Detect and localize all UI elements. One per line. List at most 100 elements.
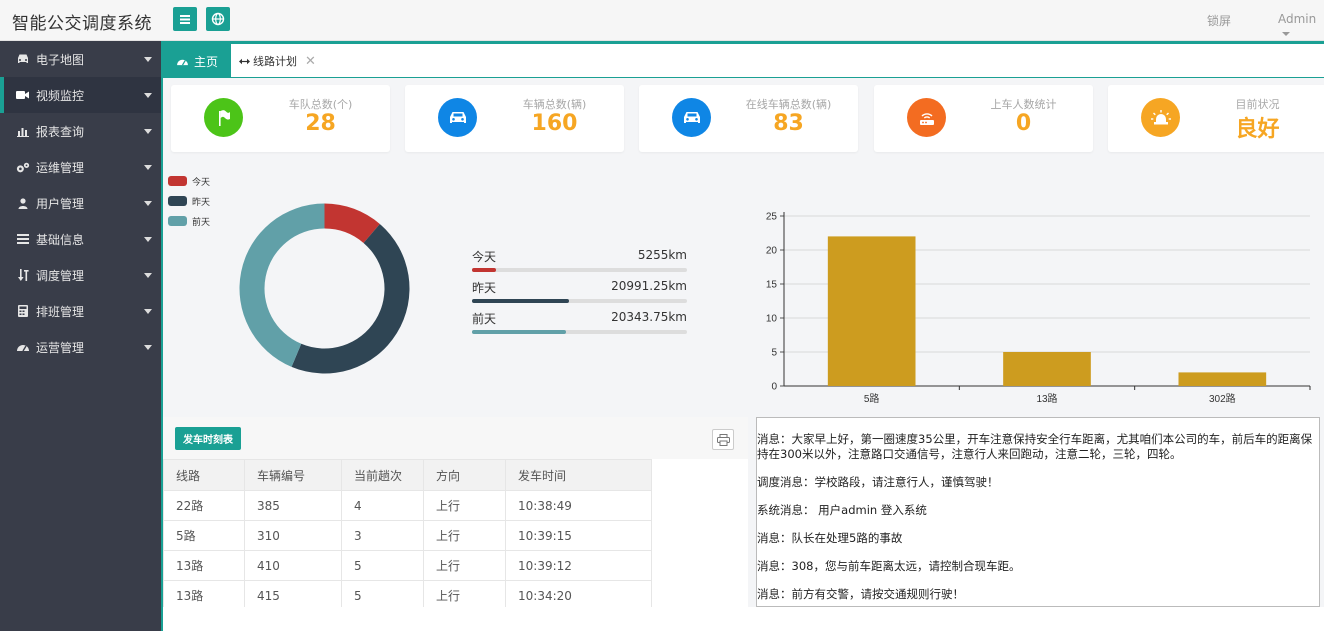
message-panel[interactable]: 消息：大家早上好，第一圈速度35公里，开车注意保持安全行车距离，尤其咱们本公司的…	[756, 417, 1320, 607]
lock-screen-link[interactable]: 锁屏	[1207, 12, 1231, 29]
globe-button[interactable]	[206, 7, 230, 31]
table-cell: 上行	[423, 580, 506, 611]
distance-value: 20343.75km	[611, 310, 687, 324]
sidebar-item-reports[interactable]: 报表查询	[0, 113, 161, 149]
bar[interactable]	[827, 236, 916, 386]
menu-toggle-button[interactable]	[173, 7, 197, 31]
message-item: 消息：前方有交警，请按交通规则行驶！	[757, 587, 964, 601]
table-cell: 310	[244, 520, 342, 551]
donut-slice[interactable]	[239, 203, 325, 367]
sidebar-item-label: 用户管理	[36, 196, 85, 211]
sidebar-item-dispatch[interactable]: 调度管理	[0, 257, 161, 293]
column-header[interactable]: 当前趟次	[341, 459, 424, 491]
legend-swatch	[168, 196, 187, 206]
legend-item[interactable]: 今天	[168, 171, 210, 191]
tab-bar: 主页 线路计划 ✕	[163, 44, 1324, 78]
legend-swatch	[168, 216, 187, 226]
table-cell: 10:39:15	[505, 520, 652, 551]
legend-label: 今天	[192, 177, 211, 188]
column-header[interactable]: 发车时间	[505, 459, 652, 491]
schedule-panel: 发车时刻表 线路 车辆编号 当前趟次 方向 发车时间 22路 385 4 上行 10:3…	[163, 417, 748, 611]
table-cell: 410	[244, 550, 342, 581]
car-icon	[438, 98, 477, 137]
chevron-down-icon	[144, 237, 152, 242]
table-row[interactable]: 13路 415 5 上行 10:34:20	[163, 580, 652, 611]
schedule-button[interactable]: 发车时刻表	[175, 427, 241, 450]
bottom-strip	[163, 607, 1324, 631]
tab-home-label: 主页	[193, 54, 218, 69]
stat-label: 在线车辆总数(辆)	[745, 98, 832, 111]
table-cell: 13路	[163, 580, 245, 611]
sidebar-item-maintenance[interactable]: 运维管理	[0, 149, 161, 185]
stat-card-fleets: 车队总数(个) 28	[171, 85, 390, 152]
sidebar-item-users[interactable]: 用户管理	[0, 185, 161, 221]
stat-value: 160	[531, 111, 578, 136]
distance-progress-bar	[472, 299, 569, 303]
chevron-down-icon	[144, 273, 152, 278]
dashboard-icon	[16, 340, 30, 354]
user-menu[interactable]: Admin	[1278, 12, 1324, 40]
app-title: 智能公交调度系统	[12, 14, 152, 34]
list-icon	[16, 232, 30, 246]
column-header[interactable]: 线路	[163, 459, 245, 491]
table-row[interactable]: 13路 410 5 上行 10:39:12	[163, 550, 652, 581]
table-cell: 13路	[163, 550, 245, 581]
alarm-icon	[1141, 98, 1180, 137]
column-header[interactable]: 车辆编号	[244, 459, 342, 491]
distance-track	[472, 268, 687, 272]
schedule-table: 线路 车辆编号 当前趟次 方向 发车时间 22路 385 4 上行 10:38:49 5…	[163, 459, 652, 611]
chevron-down-icon	[144, 201, 152, 206]
y-tick-label: 20	[766, 246, 778, 257]
tab-route-plan[interactable]: 线路计划 ✕	[239, 44, 316, 78]
tab-route-plan-label: 线路计划	[253, 55, 297, 68]
donut-slice[interactable]	[291, 223, 410, 374]
stat-label: 上车人数统计	[990, 98, 1057, 111]
stat-card-boardings: 上车人数统计 0	[874, 85, 1093, 152]
x-tick-label: 302路	[1209, 392, 1236, 405]
table-row[interactable]: 5路 310 3 上行 10:39:15	[163, 520, 652, 551]
distance-value: 5255km	[637, 248, 687, 262]
user-name: Admin	[1278, 12, 1317, 26]
sidebar-item-operations[interactable]: 运营管理	[0, 329, 161, 365]
distance-row-today: 今天 5255km	[472, 248, 687, 272]
legend-item[interactable]: 前天	[168, 211, 210, 231]
x-tick-label: 13路	[1036, 392, 1057, 405]
sidebar-item-shifts[interactable]: 排班管理	[0, 293, 161, 329]
sidebar-item-basic-info[interactable]: 基础信息	[0, 221, 161, 257]
table-row[interactable]: 22路 385 4 上行 10:38:49	[163, 490, 652, 521]
table-header-row: 线路 车辆编号 当前趟次 方向 发车时间	[163, 459, 652, 491]
stat-card-vehicles: 车辆总数(辆) 160	[405, 85, 624, 152]
message-item: 消息：队长在处理5路的事故	[757, 531, 903, 545]
legend-item[interactable]: 昨天	[168, 191, 210, 211]
column-header[interactable]: 方向	[423, 459, 506, 491]
distance-row-yesterday: 昨天 20991.25km	[472, 279, 687, 303]
bar[interactable]	[1003, 352, 1091, 386]
y-tick-label: 25	[766, 212, 778, 223]
bar-chart-icon	[16, 124, 30, 138]
print-button[interactable]	[712, 429, 734, 450]
distance-legend: 今天 昨天 前天	[168, 171, 210, 231]
stat-label: 车队总数(个)	[288, 98, 353, 111]
bar[interactable]	[1178, 372, 1267, 386]
sidebar-item-label: 报表查询	[36, 124, 85, 139]
chevron-down-icon	[144, 165, 152, 170]
distance-progress-bar	[472, 330, 566, 334]
x-tick-label: 5路	[864, 392, 880, 405]
legend-label: 昨天	[192, 197, 211, 208]
sidebar-item-video[interactable]: 视频监控	[0, 77, 161, 113]
router-icon	[907, 98, 946, 137]
globe-icon	[211, 12, 225, 26]
print-icon	[716, 433, 730, 446]
stat-value: 0	[1015, 111, 1032, 136]
close-icon[interactable]: ✕	[305, 54, 316, 69]
distance-value: 20991.25km	[611, 279, 687, 293]
arrows-horizontal-icon	[239, 58, 250, 64]
y-tick-label: 0	[771, 382, 777, 393]
cogs-icon	[16, 160, 30, 174]
car-icon	[16, 52, 30, 66]
sidebar-item-map[interactable]: 电子地图	[0, 41, 161, 77]
stat-label: 车辆总数(辆)	[522, 98, 587, 111]
tab-home[interactable]: 主页	[163, 44, 231, 78]
menu-icon	[180, 15, 190, 24]
table-cell: 10:34:20	[505, 580, 652, 611]
